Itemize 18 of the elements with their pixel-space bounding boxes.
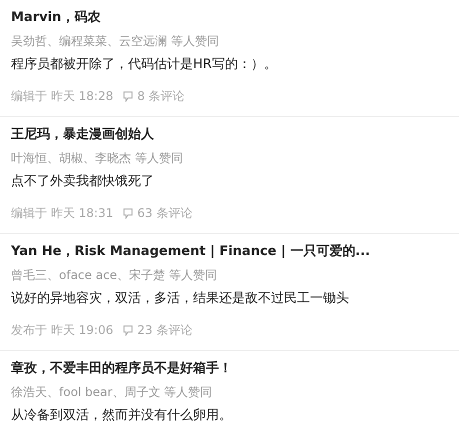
answer-text: 说好的异地容灾，双活，多活，结果还是敌不过民工一锄头 (11, 290, 350, 308)
answer-text: 点不了外卖我都快饿死了 (11, 173, 155, 191)
post-time: 编辑于 昨天 18:28 (11, 88, 114, 105)
voters-list: 叶海恒、胡椒、李晓杰 等人赞同 (11, 148, 448, 168)
author-name[interactable]: Marvin，码农 (11, 8, 448, 28)
post-time: 编辑于 昨天 18:31 (11, 205, 114, 222)
answer-text: 程序员都被开除了，代码估计是HR写的：）。 (11, 56, 278, 74)
author-name[interactable]: Yan He，Risk Management | Finance | 一只可爱的... (11, 242, 448, 262)
voters-list: 徐浩天、fool bear、周子文 等人赞同 (11, 382, 448, 402)
author-name[interactable]: 王尼玛，暴走漫画创始人 (11, 125, 448, 145)
comment-icon (123, 324, 134, 336)
answer-text: 从冷备到双活，然而并没有什么卵用。 (11, 407, 233, 425)
comment-icon (123, 208, 134, 218)
voters-list: 曾毛三、oface ace、宋子楚 等人赞同 (11, 265, 448, 285)
post-time: 发布于 昨天 19:06 (11, 322, 114, 339)
voters-list: 吴劲哲、编程菜菜、云空远澜 等人赞同 (11, 31, 448, 51)
author-name[interactable]: 章孜，不爱丰田的程序员不是好箱手！ (11, 359, 448, 379)
comment-icon (123, 90, 134, 102)
